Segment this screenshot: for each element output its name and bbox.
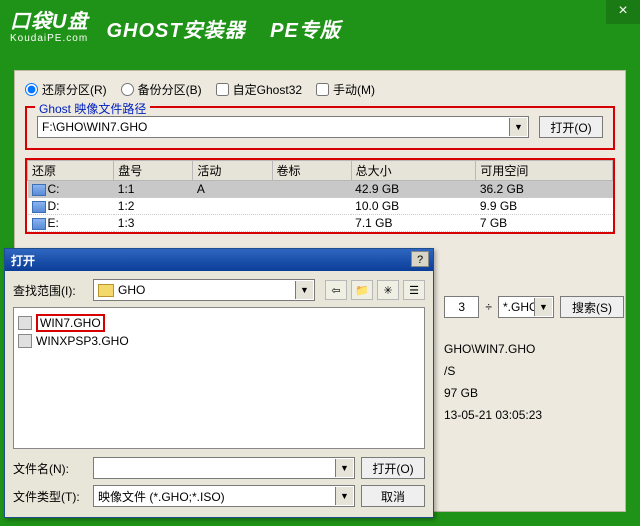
col-total[interactable]: 总大小	[351, 161, 476, 181]
filename-label: 文件名(N):	[13, 460, 87, 477]
titlebar: 口袋U盘 KoudaiPE.com GHOST安装器 PE专版 ×	[0, 0, 640, 56]
info-vs: /S	[444, 360, 624, 382]
up-folder-icon[interactable]: 📁	[351, 280, 373, 300]
folder-icon	[98, 284, 114, 297]
dialog-title: 打开	[11, 252, 35, 269]
table-row[interactable]: C: 1:1 A 42.9 GB 36.2 GB	[28, 181, 613, 198]
info-date: 13-05-21 03:05:23	[444, 404, 624, 426]
filter-combo[interactable]: *.GHO ▼	[498, 296, 554, 318]
logo-sub: KoudaiPE.com	[10, 34, 88, 44]
col-disk[interactable]: 盘号	[114, 161, 193, 181]
check-manual[interactable]: 手动(M)	[316, 81, 375, 98]
chevron-down-icon[interactable]: ▼	[534, 298, 552, 316]
divider-icon: ÷	[485, 300, 492, 314]
filename-input[interactable]: ▼	[93, 457, 355, 479]
close-button[interactable]: ×	[606, 0, 640, 24]
check-custom-ghost[interactable]: 自定Ghost32	[216, 81, 302, 98]
title-main: GHOST安装器	[106, 20, 245, 42]
table-row[interactable]: D: 1:2 10.0 GB 9.9 GB	[28, 198, 613, 215]
group-legend: Ghost 映像文件路径	[35, 100, 150, 117]
ghost-path-value: F:\GHO\WIN7.GHO	[42, 120, 147, 134]
info-size: 97 GB	[444, 382, 624, 404]
col-active[interactable]: 活动	[193, 161, 272, 181]
ghost-path-combo[interactable]: F:\GHO\WIN7.GHO ▼	[37, 116, 529, 138]
back-icon[interactable]: ⇦	[325, 280, 347, 300]
logo: 口袋U盘 KoudaiPE.com	[10, 12, 88, 44]
view-menu-icon[interactable]: ☰	[403, 280, 425, 300]
chevron-down-icon[interactable]: ▼	[335, 459, 353, 477]
col-label[interactable]: 卷标	[272, 161, 351, 181]
filetype-combo[interactable]: 映像文件 (*.GHO;*.ISO) ▼	[93, 485, 355, 507]
file-icon	[18, 334, 32, 348]
table-header-row: 还原 盘号 活动 卷标 总大小 可用空间	[28, 161, 613, 181]
lookin-combo[interactable]: GHO ▼	[93, 279, 315, 301]
chevron-down-icon[interactable]: ▼	[295, 281, 313, 299]
app-title: GHOST安装器 PE专版	[106, 14, 340, 43]
chevron-down-icon[interactable]: ▼	[335, 487, 353, 505]
radio-backup[interactable]: 备份分区(B)	[121, 81, 202, 98]
side-info: 3 ÷ *.GHO ▼ 搜索(S) GHO\WIN7.GHO /S 97 GB …	[444, 296, 624, 426]
dialog-titlebar: 打开 ?	[5, 249, 433, 271]
dialog-cancel-button[interactable]: 取消	[361, 485, 425, 507]
app-window: 口袋U盘 KoudaiPE.com GHOST安装器 PE专版 × 还原分区(R…	[0, 0, 640, 526]
new-folder-icon[interactable]: ✳	[377, 280, 399, 300]
partition-table: 还原 盘号 活动 卷标 总大小 可用空间 C: 1:1 A 42.9 GB 36…	[25, 158, 615, 234]
open-button[interactable]: 打开(O)	[539, 116, 603, 138]
title-edition: PE专版	[270, 20, 341, 42]
dialog-help-button[interactable]: ?	[411, 251, 429, 267]
chevron-down-icon[interactable]: ▼	[509, 118, 527, 136]
logo-main: 口袋U盘	[10, 12, 88, 32]
index-input[interactable]: 3	[444, 296, 479, 318]
open-dialog: 打开 ? 查找范围(I): GHO ▼ ⇦ 📁 ✳ ☰	[4, 248, 434, 518]
col-free[interactable]: 可用空间	[476, 161, 613, 181]
drive-icon	[32, 201, 46, 213]
ghost-path-group: Ghost 映像文件路径 F:\GHO\WIN7.GHO ▼ 打开(O)	[25, 106, 615, 150]
radio-restore[interactable]: 还原分区(R)	[25, 81, 107, 98]
file-list[interactable]: WIN7.GHO WINXPSP3.GHO	[13, 307, 425, 449]
filetype-label: 文件类型(T):	[13, 488, 87, 505]
search-button[interactable]: 搜索(S)	[560, 296, 624, 318]
list-item[interactable]: WIN7.GHO	[18, 314, 420, 332]
info-path: GHO\WIN7.GHO	[444, 338, 624, 360]
drive-icon	[32, 218, 46, 230]
dialog-open-button[interactable]: 打开(O)	[361, 457, 425, 479]
dialog-toolbar: ⇦ 📁 ✳ ☰	[325, 280, 425, 300]
drive-icon	[32, 184, 46, 196]
lookin-label: 查找范围(I):	[13, 282, 87, 299]
list-item[interactable]: WINXPSP3.GHO	[18, 334, 420, 348]
file-icon	[18, 316, 32, 330]
table-row[interactable]: E: 1:3 7.1 GB 7 GB	[28, 215, 613, 232]
col-restore[interactable]: 还原	[28, 161, 114, 181]
